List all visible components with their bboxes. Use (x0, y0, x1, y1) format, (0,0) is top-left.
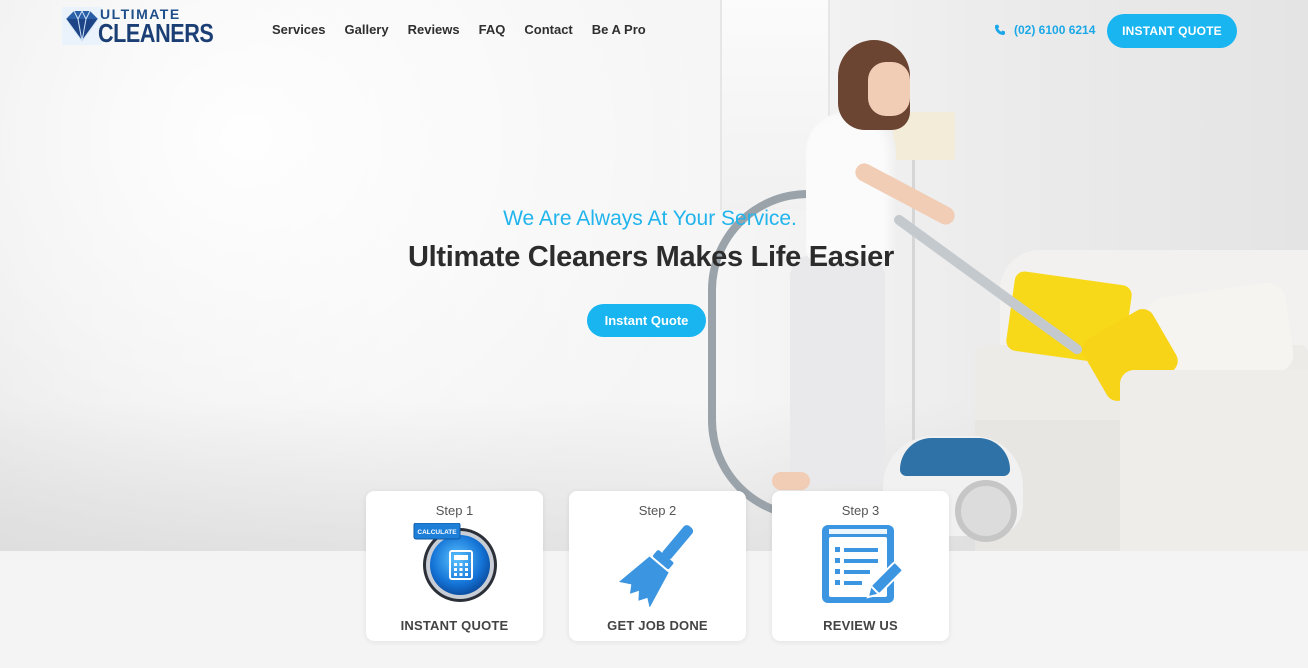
woman-face (868, 62, 910, 116)
form-edit-icon (822, 525, 904, 603)
step-card-review-us[interactable]: Step 3 REVIEW US (772, 491, 949, 641)
step-label: Step 1 (435, 503, 474, 518)
nav-faq[interactable]: FAQ (479, 22, 506, 38)
header-instant-quote-button[interactable]: INSTANT QUOTE (1107, 14, 1237, 48)
diamond-logo-icon (62, 7, 102, 45)
vacuum-wheel (955, 480, 1017, 542)
calculate-badge-text: CALCULATE (417, 529, 457, 536)
phone-number: (02) 6100 6214 (1014, 23, 1096, 37)
sofa-arm (1120, 370, 1308, 551)
main-nav: Services Gallery Reviews FAQ Contact Be … (272, 22, 665, 38)
nav-contact[interactable]: Contact (524, 22, 572, 38)
nav-be-a-pro[interactable]: Be A Pro (592, 22, 646, 38)
broom-icon (619, 525, 694, 607)
vacuum-top (900, 438, 1010, 476)
hero-background (0, 0, 1308, 551)
calculator-icon: CALCULATE (413, 523, 497, 602)
phone-icon (994, 24, 1005, 35)
step-title: INSTANT QUOTE (400, 618, 509, 633)
woman-legs (790, 255, 885, 485)
step-title: REVIEW US (823, 618, 898, 633)
phone-link[interactable]: (02) 6100 6214 (994, 23, 1095, 37)
step-card-get-job-done[interactable]: Step 2 GET JOB DONE (569, 491, 746, 641)
hero-instant-quote-button[interactable]: Instant Quote (587, 304, 706, 337)
woman-foot (772, 472, 810, 490)
step-title: GET JOB DONE (607, 618, 708, 633)
step-label: Step 2 (638, 503, 677, 518)
step-label: Step 3 (841, 503, 880, 518)
hero-headline: Ultimate Cleaners Makes Life Easier (408, 241, 894, 273)
step-card-instant-quote[interactable]: Step 1 CALCULATE INSTANT QUOTE (366, 491, 543, 641)
nav-reviews[interactable]: Reviews (408, 22, 460, 38)
hero-tagline: We Are Always At Your Service. (503, 207, 797, 230)
site-logo[interactable]: ULTIMATE CLEANERS (62, 7, 214, 46)
nav-services[interactable]: Services (272, 22, 326, 38)
nav-gallery[interactable]: Gallery (345, 22, 389, 38)
logo-text-bottom: CLEANERS (98, 18, 214, 48)
